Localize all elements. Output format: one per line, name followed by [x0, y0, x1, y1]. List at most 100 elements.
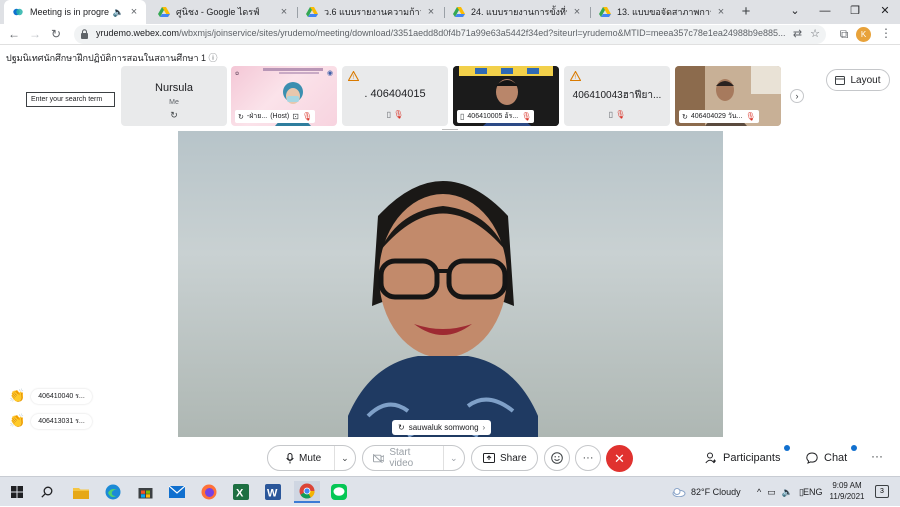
browser-menu-icon[interactable]: ⋮: [880, 26, 892, 40]
system-tray: ^ ▭ 🔈 ▯: [757, 477, 804, 507]
participant-tile[interactable]: ▯ 406410005 อ้ร... 🎙: [453, 66, 559, 126]
share-screen-icon: [483, 453, 495, 463]
close-icon[interactable]: ×: [278, 6, 290, 18]
close-icon[interactable]: ×: [571, 6, 583, 18]
svg-text:◉: ◉: [327, 70, 333, 77]
reload-button[interactable]: ↻: [48, 26, 64, 42]
participants-button[interactable]: Participants: [705, 447, 780, 469]
mail-icon[interactable]: [166, 481, 188, 503]
participant-tile[interactable]: ! . 406404015 ▯ 🎙: [342, 66, 448, 126]
address-bar[interactable]: yrudemo.webex.com/wbxmjs/joinservice/sit…: [74, 25, 826, 44]
edge-browser-icon[interactable]: [102, 481, 124, 503]
participant-status-icons: ▯ 🎙: [564, 110, 670, 119]
close-icon[interactable]: ×: [425, 6, 437, 18]
store-icon[interactable]: [134, 481, 156, 503]
audio-connecting-icon: ↻: [170, 110, 178, 120]
notification-center-icon[interactable]: 3: [875, 485, 889, 498]
back-button[interactable]: ←: [6, 26, 22, 42]
warning-icon: !: [570, 71, 581, 81]
phone-icon: ▯: [386, 110, 391, 119]
new-tab-button[interactable]: +: [737, 3, 755, 21]
bookmark-star-icon[interactable]: ☆: [810, 27, 820, 40]
raised-hand-icon: 👏: [9, 388, 26, 403]
network-icon[interactable]: ▭: [767, 487, 776, 498]
minimize-button[interactable]: —: [810, 0, 840, 24]
participant-name-bar: ↻ -ฝ่าย... (Host) ⊡ 🎙: [235, 110, 316, 123]
participant-name-bar: ▯ 406410005 อ้ร... 🎙: [457, 110, 535, 123]
participant-status-icons: ▯ 🎙: [342, 110, 448, 119]
participant-tile[interactable]: ✿ ◉ ↻ -ฝ่าย... (Host) ⊡ 🎙: [231, 66, 337, 126]
info-icon[interactable]: ⓘ: [209, 53, 218, 63]
active-speaker-video[interactable]: [178, 131, 723, 437]
clock[interactable]: 9:09 AM 11/9/2021: [824, 480, 870, 502]
start-video-button[interactable]: Start video: [363, 446, 443, 470]
chevron-down-icon[interactable]: ⌄: [442, 446, 465, 470]
weather-widget[interactable]: 82°F Cloudy: [672, 477, 741, 507]
participant-tile[interactable]: ! 406410043ฮาฟียา... ▯ 🎙: [564, 66, 670, 126]
google-drive-icon: [599, 7, 611, 17]
excel-icon[interactable]: X: [230, 481, 252, 503]
restore-button[interactable]: ❐: [840, 0, 870, 24]
layout-button[interactable]: Layout: [826, 69, 890, 91]
omnibox-actions: ⇄ ☆: [793, 27, 820, 40]
chevron-up-icon[interactable]: ^: [757, 487, 761, 497]
windows-start-icon[interactable]: [6, 481, 28, 503]
close-icon[interactable]: ×: [715, 6, 727, 18]
mic-muted-icon: 🎙: [615, 110, 626, 119]
input-language[interactable]: ENG: [803, 477, 823, 507]
microphone-icon: [286, 452, 294, 463]
participants-icon: [705, 452, 716, 464]
tab-title: Meeting is in progress...: [30, 7, 109, 17]
google-drive-icon: [158, 7, 170, 17]
active-speaker-name[interactable]: ↻ sauwaluk somwong ›: [392, 420, 492, 435]
participant-name: 406410043ฮาฟียา...: [572, 90, 662, 101]
camera-icon: ⊡: [292, 112, 299, 121]
warning-icon: !: [348, 71, 359, 81]
participant-tile[interactable]: ↻ 406404029 วัน... 🎙: [675, 66, 781, 126]
profile-avatar[interactable]: K: [856, 27, 871, 42]
chat-button[interactable]: Chat: [806, 447, 847, 469]
volume-icon[interactable]: 🔈: [782, 487, 793, 498]
tab-report-progress[interactable]: ว.6 แบบรายงานความก้าวหน้าการฝึก ×: [298, 0, 443, 24]
tab-research-advisor[interactable]: 24. แบบรายงานการขั้งที่ปรึกษาวิจัย ×: [445, 0, 589, 24]
more-panels-button[interactable]: ···: [871, 449, 883, 463]
search-icon[interactable]: [36, 481, 58, 503]
chevron-right-icon: ›: [482, 423, 486, 432]
extensions-icon[interactable]: ⧉: [836, 26, 852, 42]
share-button[interactable]: Share: [471, 445, 538, 471]
more-options-button[interactable]: ···: [575, 445, 601, 471]
file-explorer-icon[interactable]: [70, 481, 92, 503]
tab-search-icon[interactable]: ⌄: [780, 0, 810, 24]
chevron-down-icon[interactable]: ⌄: [333, 446, 355, 470]
lock-icon[interactable]: [80, 29, 89, 39]
windows-taskbar: X W 82°F Cloudy ^ ▭ 🔈 ▯ ENG 9:09 AM 11/9…: [0, 476, 900, 506]
phone-icon: ▯: [608, 110, 613, 119]
word-icon[interactable]: W: [262, 481, 284, 503]
speaker-icon[interactable]: 🔈: [113, 7, 124, 18]
chrome-icon[interactable]: [294, 481, 320, 503]
webex-icon: [13, 8, 23, 16]
leave-meeting-button[interactable]: ✕: [606, 445, 633, 472]
raised-hand-icon: 👏: [9, 413, 26, 428]
audio-icon: ↻: [238, 113, 244, 121]
tab-meeting[interactable]: Meeting is in progress... 🔈 ×: [4, 0, 146, 24]
participant-tile[interactable]: Nursula Me ↻: [121, 66, 227, 126]
mic-muted-icon: 🎙: [301, 112, 313, 121]
firefox-icon[interactable]: [198, 481, 220, 503]
close-icon[interactable]: ×: [128, 6, 140, 18]
tab-google-drive[interactable]: ศูนิชง - Google ไดรฟ์ ×: [150, 0, 296, 24]
chevron-right-icon[interactable]: ›: [790, 89, 804, 103]
close-window-button[interactable]: ✕: [870, 0, 900, 24]
mic-muted-icon: 🎙: [521, 112, 532, 121]
participant-me-label: Me: [169, 99, 179, 106]
layout-icon: [835, 75, 846, 85]
line-app-icon[interactable]: [328, 481, 350, 503]
reactions-button[interactable]: [544, 445, 570, 471]
mute-control: Mute ⌄: [267, 445, 356, 471]
forward-button[interactable]: →: [27, 26, 43, 42]
browser-tab-strip: Meeting is in progress... 🔈 × ศูนิชง - G…: [0, 0, 900, 24]
mute-button[interactable]: Mute: [268, 446, 334, 470]
start-video-control: Start video ⌄: [362, 445, 465, 471]
translate-icon[interactable]: ⇄: [793, 27, 802, 40]
tab-student-status[interactable]: 13. แบบขอจัดสาภาพการเป็นนักศึกษา ×: [591, 0, 733, 24]
